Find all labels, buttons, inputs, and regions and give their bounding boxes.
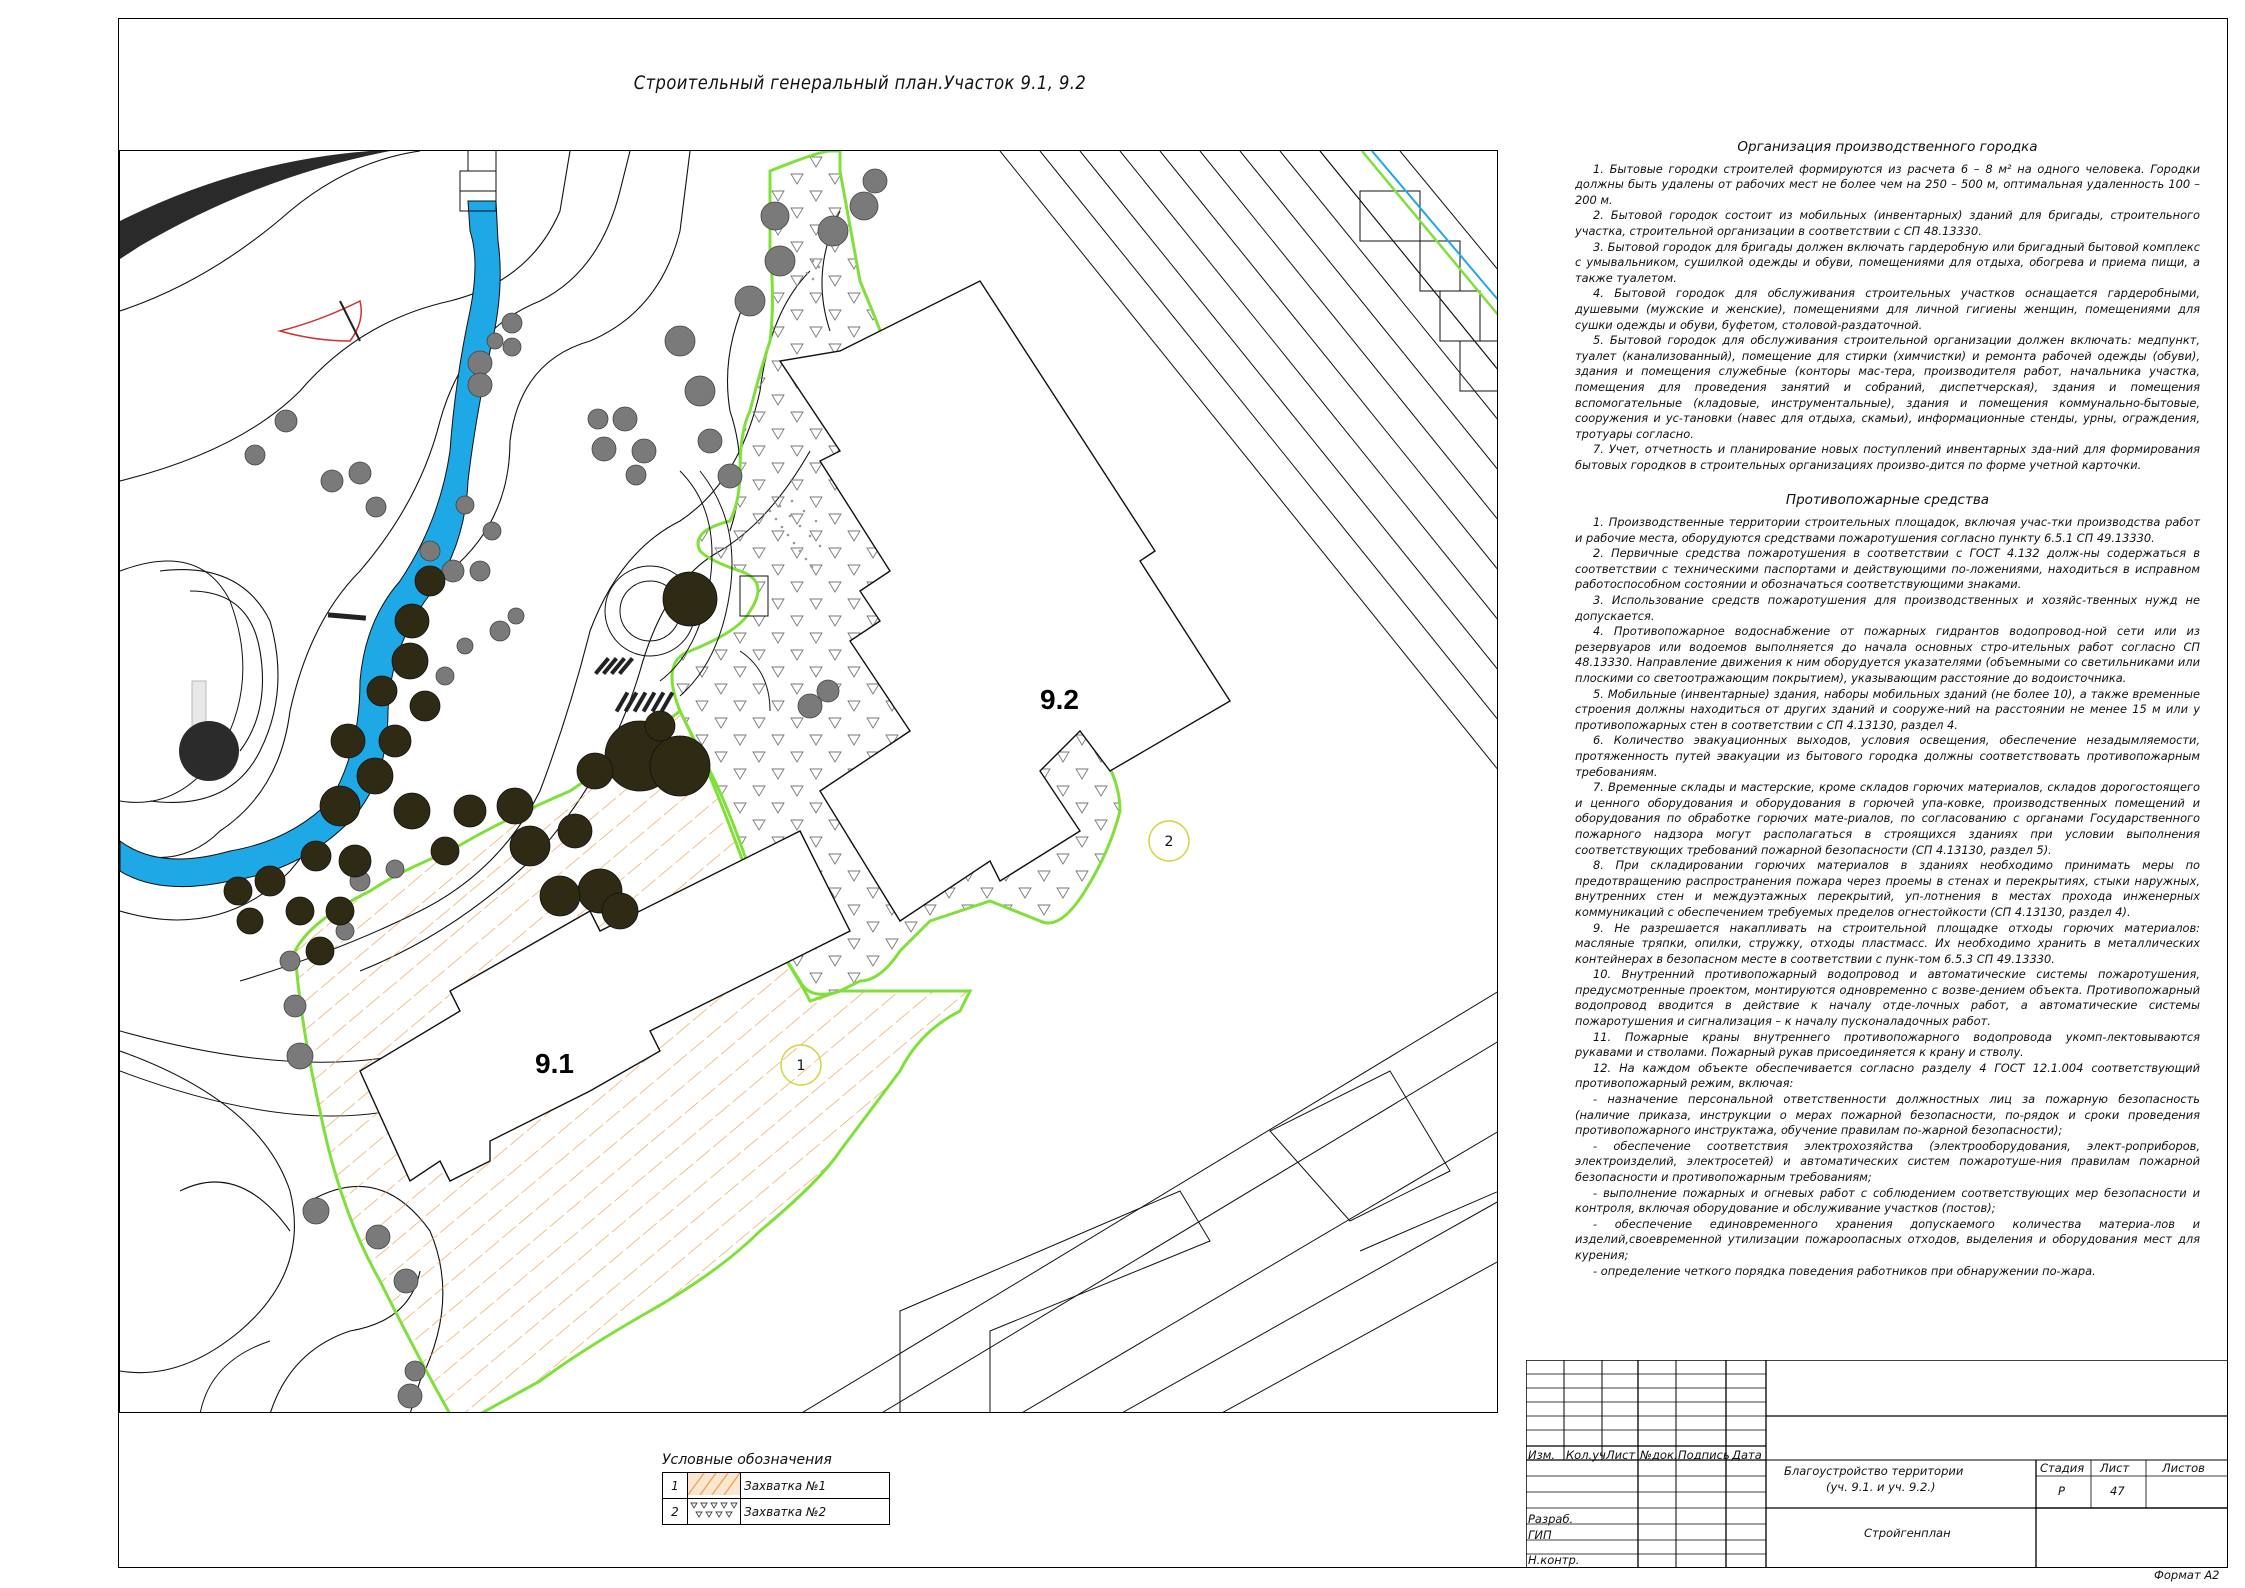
stamp-project-name-2: (уч. 9.1. и уч. 9.2.) [1826,1480,1936,1494]
section1-item: 2. Бытовой городок состоит из мобильных … [1575,208,2200,238]
stamp-sheet-header: Лист [2100,1461,2130,1475]
stamp-col-izm: Изм. [1528,1448,1556,1462]
stamp-sheet-value: 47 [2110,1484,2125,1498]
stamp-role-gip: ГИП [1528,1528,1552,1542]
stamp-col-podpis: Подпись [1678,1448,1730,1462]
section2-item: 12. На каждом объекте обеспечивается сог… [1575,1060,2200,1091]
section1-item: 7. Учет, отчетность и планирование новых… [1575,442,2200,472]
stamp-stage-value: Р [2058,1484,2065,1498]
sheet-title: Строительный генеральный план.Участок 9.… [633,72,1087,94]
stamp-stage-header: Стадия [2040,1461,2085,1475]
dark-pond [179,721,239,781]
legend-num: 2 [662,1498,688,1525]
legend-title: Условные обозначения [662,1452,832,1468]
section2-item: 7. Временные склады и мастерские, кроме … [1575,780,2200,857]
section2-item: 6. Количество эвакуационных выходов, усл… [1575,733,2200,779]
zone-1-marker: 1 [797,1058,806,1074]
legend-row: 2 Захватка №2 [662,1498,890,1525]
section1-item: 1. Бытовые городки строителей формируютс… [1575,161,2200,207]
stamp-sheet-name: Стройгенплан [1864,1526,1951,1540]
stamp-col-data: Дата [1732,1448,1762,1462]
section2-item: 2. Первичные средства пожаротушения в со… [1575,546,2200,592]
stamp-role-nkontr: Н.контр. [1528,1553,1580,1567]
section2-item: 11. Пожарные краны внутреннего противопо… [1575,1029,2200,1060]
plot-9-2-label: 9.2 [1040,684,1079,715]
legend-table: 1 Захватка №1 2 Захватка №2 [662,1472,890,1525]
section2-item: 8. При складировании горючих материалов … [1575,858,2200,919]
water-stream [120,200,501,888]
legend-label: Захватка №1 [740,1472,890,1499]
stamp-sheets-header: Листов [2162,1461,2205,1475]
road-dark [120,151,390,259]
section1-item: 5. Бытовой городок для обслуживания стро… [1575,333,2200,441]
legend-label: Захватка №2 [740,1498,890,1525]
section2-item: 3. Использование средств пожаротушения д… [1575,593,2200,623]
zone-2-marker: 2 [1165,834,1174,850]
section2-item: - назначение персональной ответственност… [1575,1092,2200,1138]
stamp-col-kolvo: Кол.уч [1566,1448,1606,1462]
section2-item: - обеспечение единовременного хранения д… [1575,1216,2200,1262]
section2-item: 10. Внутренний противопожарный водопрово… [1575,967,2200,1029]
legend-swatch-triangles [687,1498,741,1525]
section2-item: - выполнение пожарных и огневых работ с … [1575,1185,2200,1216]
section1-title: Организация производственного городка [1737,139,2038,155]
stamp-col-list: Лист [1606,1448,1636,1462]
notes-block: Организация производственного городка 1.… [1575,139,2200,1279]
title-block: Изм. Кол.уч Лист №док. Подпись Дата Разр… [1526,1360,2228,1568]
section2-item: 4. Противопожарное водоснабжение от пожа… [1575,624,2200,685]
site-plan: 9.2 9.1 1 2 [119,150,1498,1413]
stamp-role-razrab: Разраб. [1528,1512,1574,1526]
legend-row: 1 Захватка №1 [662,1472,890,1499]
format-label: Формат А2 [2154,1568,2220,1582]
section2-item: 1. Производственные территории строитель… [1575,515,2200,545]
legend: Условные обозначения 1 Захватка №1 2 Зах… [662,1452,912,1525]
legend-num: 1 [662,1472,688,1499]
stamp-project-name-1: Благоустройство территории [1784,1464,1964,1478]
section1-item: 3. Бытовой городок для бригады должен вк… [1575,239,2200,285]
plot-9-1-label: 9.1 [535,1048,574,1079]
section2-item: - определение четкого порядка поведения … [1593,1263,2096,1278]
section1-item: 4. Бытовой городок для обслуживания стро… [1575,286,2200,332]
legend-swatch-hatch [687,1472,741,1499]
section2-item: - обеспечение соответствия электрохозяйс… [1575,1138,2200,1184]
section2-item: 5. Мобильные (инвентарные) здания, набор… [1575,686,2200,732]
section2-item: 9. Не разрешается накапливать на строите… [1575,920,2200,966]
stamp-col-ndok: №док. [1640,1448,1678,1462]
section2-title: Противопожарные средства [1785,492,1990,509]
